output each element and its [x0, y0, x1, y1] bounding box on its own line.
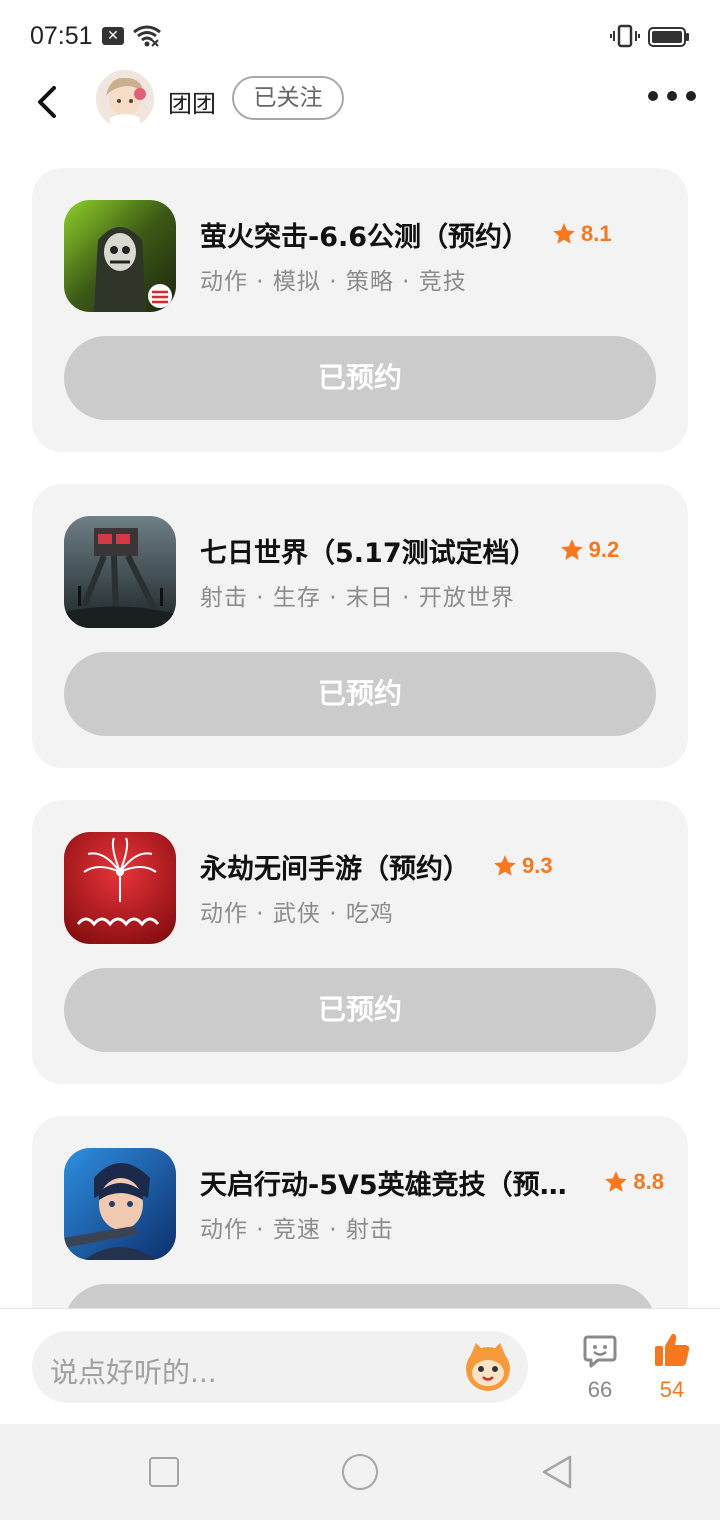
reserved-button[interactable]: 已预约 — [64, 968, 656, 1052]
avatar-image — [96, 70, 154, 128]
thumbs-up-icon — [655, 1333, 690, 1366]
comment-count-button[interactable]: 66 — [572, 1333, 628, 1409]
star-icon — [494, 855, 516, 876]
game-icon[interactable] — [64, 1148, 176, 1260]
wifi-icon — [133, 25, 161, 47]
game-card[interactable]: 永劫无间手游（预约） 9.3 动作 · 武侠 · 吃鸡 已预约 — [32, 800, 688, 1084]
game-title-row: 永劫无间手游（预约） 9.3 — [200, 846, 664, 886]
avatar[interactable] — [96, 70, 154, 128]
user-name[interactable]: 团团 — [168, 84, 216, 119]
vibrate-icon — [610, 24, 640, 48]
rating-score: 9.2 — [588, 537, 620, 562]
more-options-icon[interactable] — [648, 84, 696, 108]
game-title[interactable]: 永劫无间手游（预约） — [200, 847, 470, 886]
battery-icon — [648, 27, 689, 47]
game-icon[interactable] — [64, 200, 176, 312]
game-rating: 8.8 — [603, 1169, 664, 1195]
game-title[interactable]: 七日世界（5.17测试定档） — [200, 531, 537, 570]
reserved-button[interactable]: 已预约 — [64, 336, 656, 420]
game-rating: 8.1 — [551, 221, 612, 247]
back-arrow-icon[interactable] — [28, 80, 68, 124]
emoji-icon[interactable] — [460, 1339, 516, 1395]
rating-score: 8.1 — [581, 221, 612, 246]
game-title[interactable]: 天启行动-5V5英雄竞技（预约） — [200, 1163, 581, 1202]
comment-placeholder: 说点好听的... — [50, 1356, 217, 1389]
follow-button[interactable]: 已关注 — [232, 76, 344, 120]
status-time: 07:51 — [30, 22, 93, 50]
like-count: 54 — [659, 1377, 685, 1402]
rating-score: 9.3 — [522, 853, 553, 878]
game-title-row: 萤火突击-6.6公测（预约） 8.1 — [200, 214, 664, 254]
game-icon[interactable] — [64, 516, 176, 628]
game-tags: 动作 · 竞速 · 射击 — [200, 1217, 394, 1243]
game-title[interactable]: 萤火突击-6.6公测（预约） — [200, 215, 529, 254]
rating-score: 8.8 — [633, 1169, 664, 1194]
game-rating: 9.2 — [559, 537, 620, 563]
game-tags: 动作 · 模拟 · 策略 · 竞技 — [200, 269, 467, 295]
star-icon — [560, 539, 583, 560]
system-back-icon[interactable] — [540, 1454, 574, 1490]
comment-icon — [583, 1335, 617, 1368]
star-icon — [605, 1171, 628, 1192]
game-tags: 射击 · 生存 · 末日 · 开放世界 — [200, 585, 515, 611]
reserved-button[interactable]: 已预约 — [64, 652, 656, 736]
recent-apps-button[interactable] — [149, 1457, 179, 1487]
game-card[interactable]: 萤火突击-6.6公测（预约） 8.1 动作 · 模拟 · 策略 · 竞技 已预约 — [32, 168, 688, 452]
game-title-row: 天启行动-5V5英雄竞技（预约） 8.8 — [200, 1162, 664, 1202]
game-card[interactable]: 七日世界（5.17测试定档） 9.2 射击 · 生存 · 末日 · 开放世界 已… — [32, 484, 688, 768]
comment-count: 66 — [587, 1377, 613, 1402]
comment-input[interactable]: 说点好听的... — [32, 1331, 528, 1403]
game-title-row: 七日世界（5.17测试定档） 9.2 — [200, 530, 664, 570]
game-icon[interactable] — [64, 832, 176, 944]
star-icon — [553, 223, 575, 244]
header: 团团 已关注 — [0, 70, 720, 152]
system-nav-bar — [0, 1424, 720, 1520]
like-button[interactable]: 54 — [644, 1331, 700, 1409]
comment-bar: 说点好听的... 66 54 — [0, 1308, 720, 1424]
game-rating: 9.3 — [492, 853, 553, 879]
notification-icon: ✕ — [102, 27, 124, 45]
status-bar: 07:51 ✕ — [0, 0, 720, 72]
home-button[interactable] — [342, 1454, 378, 1490]
game-tags: 动作 · 武侠 · 吃鸡 — [200, 901, 394, 927]
